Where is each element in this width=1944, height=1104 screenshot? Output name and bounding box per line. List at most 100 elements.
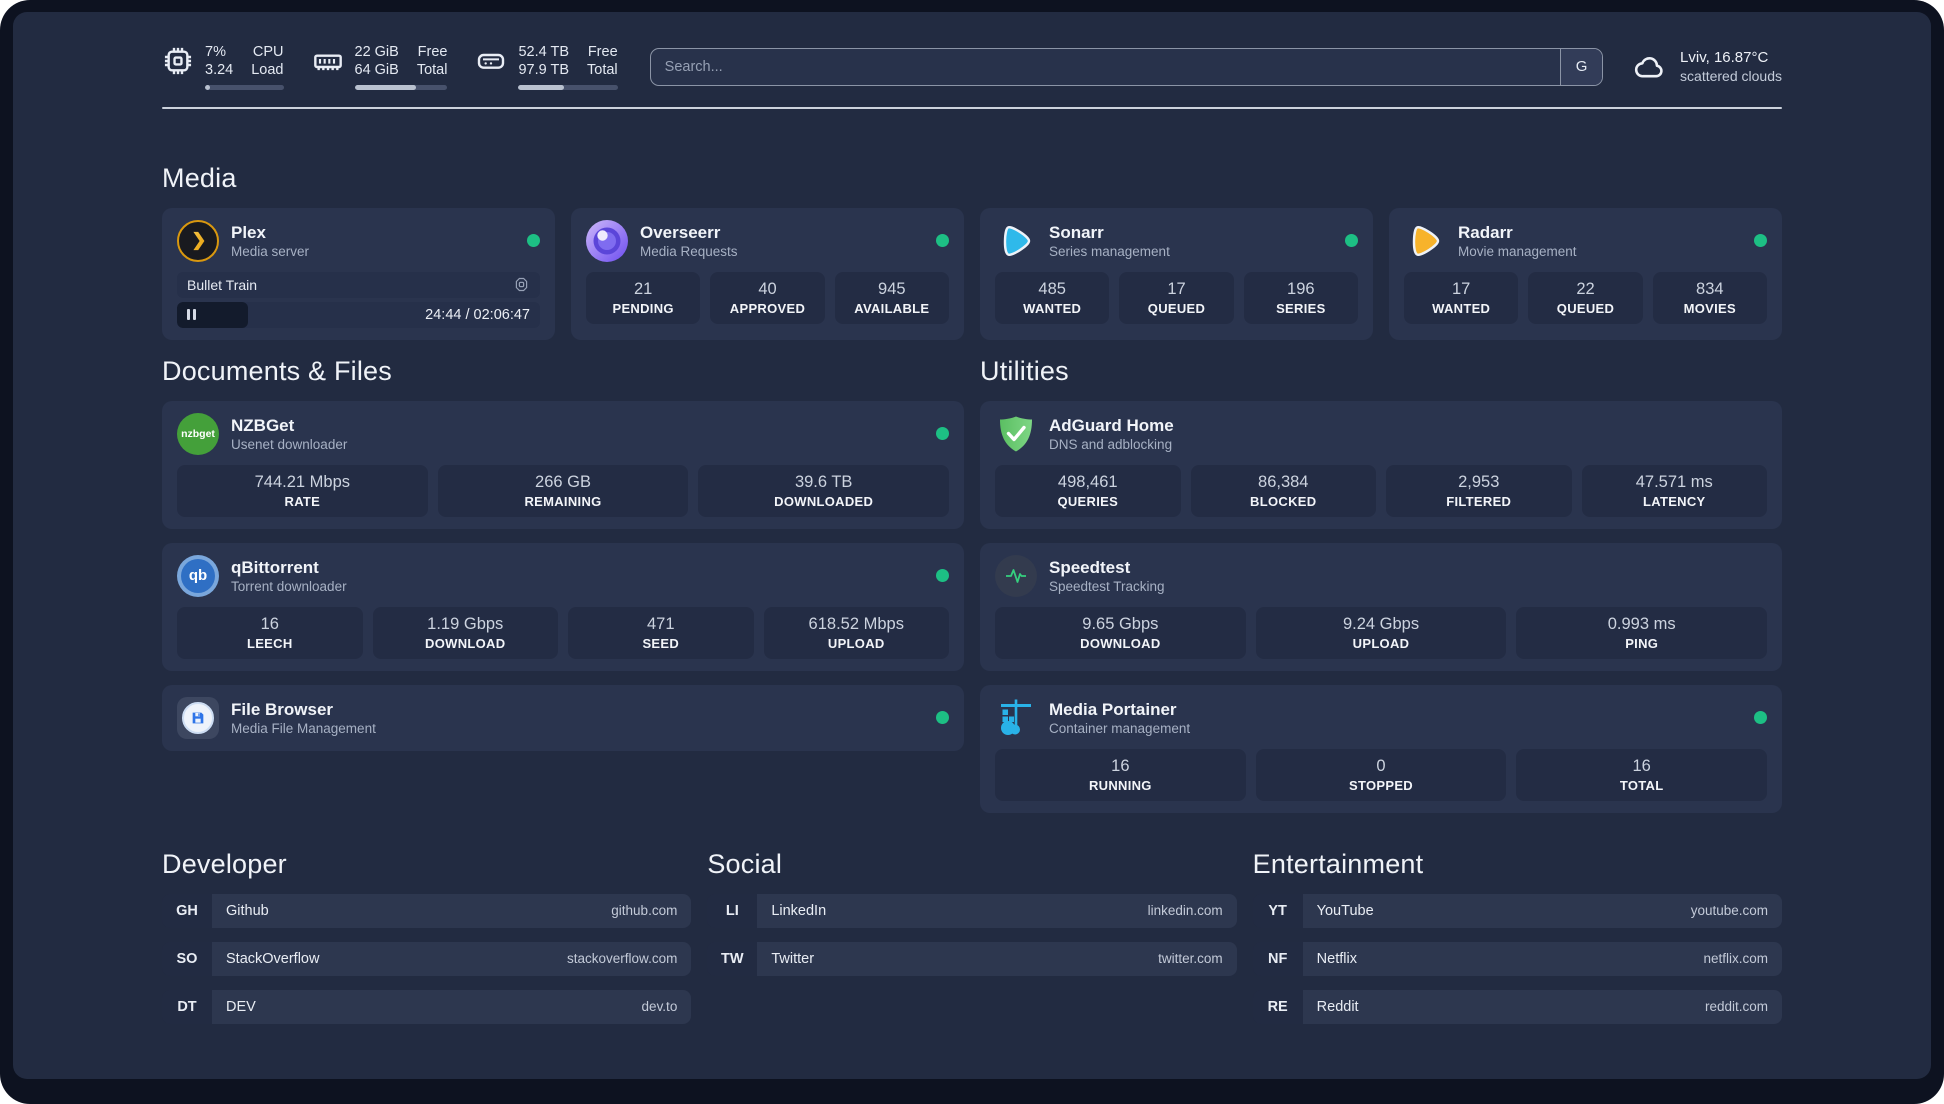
plex-subtitle: Media server xyxy=(231,243,310,259)
section-title-entertainment: Entertainment xyxy=(1252,848,1424,879)
stat-box: 471 SEED xyxy=(568,606,754,659)
app-card-sonarr[interactable]: Sonarr Series management 485 WANTED 17 Q… xyxy=(980,207,1373,340)
stat-box: 86,384 BLOCKED xyxy=(1190,464,1376,517)
search-engine-button[interactable]: G xyxy=(1560,48,1603,85)
app-card-portainer[interactable]: Media Portainer Container management 16 … xyxy=(980,684,1782,813)
adguard-icon xyxy=(995,413,1037,455)
cpu-progress-fill xyxy=(205,85,211,90)
disk-stat: 52.4 TB 97.9 TB Free Total xyxy=(475,44,618,90)
speedtest-title: Speedtest xyxy=(1049,557,1131,577)
cpu-icon xyxy=(162,45,194,77)
ram-label-1: Free xyxy=(417,44,448,60)
cpu-progress-track xyxy=(205,85,284,90)
disk-total: 97.9 TB xyxy=(518,61,570,78)
filebrowser-title: File Browser xyxy=(231,699,334,719)
filebrowser-icon xyxy=(177,696,219,739)
app-card-plex[interactable]: Plex Media server Bullet Train 24:44 / 0… xyxy=(162,207,555,340)
ram-label-2: Total xyxy=(416,61,448,78)
disk-free: 52.4 TB xyxy=(518,44,570,60)
stat-box: 9.65 Gbps DOWNLOAD xyxy=(995,606,1246,659)
app-card-radarr[interactable]: Radarr Movie management 17 WANTED 22 QUE… xyxy=(1389,207,1782,340)
weather-condition: scattered clouds xyxy=(1680,68,1782,85)
link-dev[interactable]: DT DEV dev.to xyxy=(162,989,692,1024)
stat-box: 498,461 QUERIES xyxy=(995,464,1181,517)
sonarr-status-dot xyxy=(1345,234,1358,247)
link-twitter[interactable]: TW Twitter twitter.com xyxy=(707,941,1237,976)
radarr-icon xyxy=(1404,220,1446,262)
link-github[interactable]: GH Github github.com xyxy=(162,893,692,928)
link-reddit[interactable]: RE Reddit reddit.com xyxy=(1252,989,1782,1024)
ram-progress-track xyxy=(354,85,448,90)
section-title-utilities: Utilities xyxy=(980,355,1069,386)
stat-box: 17 QUEUED xyxy=(1119,271,1234,324)
weather-location: Lviv, 16.87°C xyxy=(1680,49,1769,67)
portainer-icon xyxy=(995,697,1037,739)
search-input[interactable] xyxy=(650,48,1561,85)
stat-box: 9.24 Gbps UPLOAD xyxy=(1255,606,1507,659)
link-netflix[interactable]: NF Netflix netflix.com xyxy=(1252,941,1782,976)
weather-widget: Lviv, 16.87°C scattered clouds xyxy=(1633,48,1782,85)
cpu-label-1: CPU xyxy=(252,44,284,60)
ram-free: 22 GiB xyxy=(354,44,399,60)
disk-icon xyxy=(475,45,507,77)
window-frame: 7% 3.24 CPU Load 22 GiB 64 GiB Free Tota… xyxy=(0,0,1944,1104)
ram-progress-fill xyxy=(354,85,416,90)
plex-status-dot xyxy=(527,234,540,247)
filebrowser-status-dot xyxy=(936,711,949,724)
stat-box: 22 QUEUED xyxy=(1528,271,1643,324)
app-card-filebrowser[interactable]: File Browser Media File Management xyxy=(162,684,964,751)
stat-box: 40 APPROVED xyxy=(710,271,825,324)
stat-box: 0 STOPPED xyxy=(1255,748,1507,801)
playback-time: 24:44 / 02:06:47 xyxy=(425,306,530,323)
top-bar: 7% 3.24 CPU Load 22 GiB 64 GiB Free Tota… xyxy=(162,44,1782,90)
stat-box: 485 WANTED xyxy=(995,271,1110,324)
nzbget-status-dot xyxy=(936,427,949,440)
playback-progress-fill xyxy=(177,301,248,328)
link-youtube[interactable]: YT YouTube youtube.com xyxy=(1252,893,1782,928)
app-card-speedtest[interactable]: Speedtest Speedtest Tracking 9.65 Gbps D… xyxy=(980,542,1782,671)
stat-box: 0.993 ms PING xyxy=(1516,606,1768,659)
overseerr-title: Overseerr xyxy=(640,222,721,242)
stat-box: 945 AVAILABLE xyxy=(834,271,949,324)
qbittorrent-status-dot xyxy=(936,569,949,582)
disk-progress-fill xyxy=(518,85,565,90)
cpu-percent: 7% xyxy=(205,44,226,60)
nzbget-icon: nzbget xyxy=(177,412,219,455)
overseerr-status-dot xyxy=(936,234,949,247)
stat-box: 39.6 TB DOWNLOADED xyxy=(698,464,950,517)
section-title-social: Social xyxy=(707,848,783,879)
radarr-subtitle: Movie management xyxy=(1458,243,1577,259)
cpu-label-2: Load xyxy=(251,61,284,78)
portainer-subtitle: Container management xyxy=(1049,720,1191,736)
stat-box: 16 TOTAL xyxy=(1516,748,1768,801)
app-card-qbittorrent[interactable]: qb qBittorrent Torrent downloader 16 LEE… xyxy=(162,542,964,671)
cloud-icon xyxy=(1633,50,1667,84)
playback-progress-bar[interactable]: 24:44 / 02:06:47 xyxy=(177,301,540,328)
overseerr-icon xyxy=(586,219,628,262)
stat-box: 17 WANTED xyxy=(1404,271,1519,324)
speedtest-icon xyxy=(995,554,1037,597)
section-title-documents: Documents & Files xyxy=(162,355,392,386)
radarr-status-dot xyxy=(1754,234,1767,247)
app-card-adguard[interactable]: AdGuard Home DNS and adblocking 498,461 … xyxy=(980,400,1782,529)
app-card-overseerr[interactable]: Overseerr Media Requests 21 PENDING 40 A… xyxy=(571,207,964,340)
link-linkedin[interactable]: LI LinkedIn linkedin.com xyxy=(707,893,1237,928)
search-bar: G xyxy=(649,47,1604,86)
sonarr-title: Sonarr xyxy=(1049,222,1104,242)
now-playing-title: Bullet Train xyxy=(187,276,258,293)
stat-box: 21 PENDING xyxy=(586,271,701,324)
section-title-developer: Developer xyxy=(162,848,287,879)
dashboard-screen: 7% 3.24 CPU Load 22 GiB 64 GiB Free Tota… xyxy=(13,12,1931,1079)
stat-box: 266 GB REMAINING xyxy=(437,464,689,517)
nzbget-subtitle: Usenet downloader xyxy=(231,436,348,452)
link-stackoverflow[interactable]: SO StackOverflow stackoverflow.com xyxy=(162,941,692,976)
plex-icon xyxy=(177,219,219,262)
plex-now-playing: Bullet Train 24:44 / 02:06:47 xyxy=(177,271,540,328)
disk-label-1: Free xyxy=(587,44,618,60)
section-title-media: Media xyxy=(162,162,237,193)
qbittorrent-icon: qb xyxy=(177,554,219,597)
app-card-nzbget[interactable]: nzbget NZBGet Usenet downloader 744.21 M… xyxy=(162,400,964,529)
ram-icon xyxy=(312,45,344,77)
sonarr-subtitle: Series management xyxy=(1049,243,1170,259)
nzbget-title: NZBGet xyxy=(231,415,295,435)
